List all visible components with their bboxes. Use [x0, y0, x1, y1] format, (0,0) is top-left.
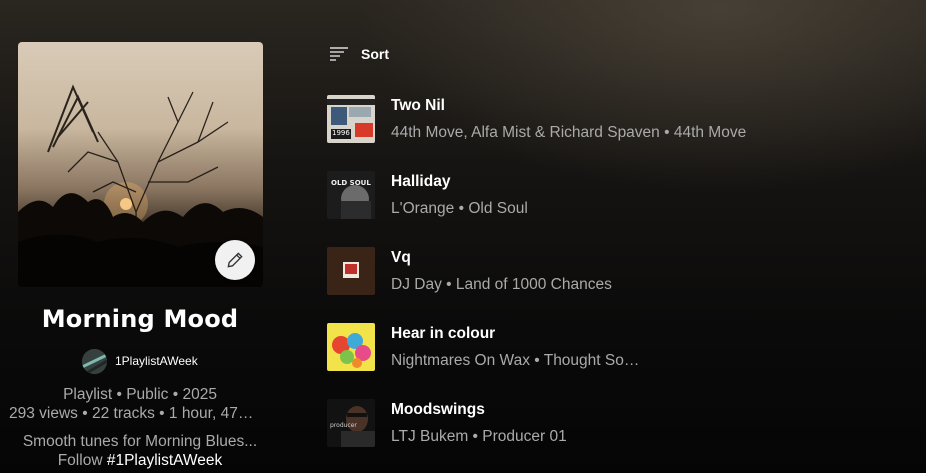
- pencil-icon: [227, 252, 243, 268]
- track-title: Hear in colour: [391, 325, 496, 342]
- track-title: Vq: [391, 249, 411, 266]
- playlist-header: Morning Mood 1PlaylistAWeek Playlist • P…: [0, 0, 282, 473]
- track-subtitle: DJ Day • Land of 1000 Chances: [391, 276, 612, 293]
- playlist-owner[interactable]: 1PlaylistAWeek: [82, 348, 198, 374]
- sort-button[interactable]: Sort: [329, 42, 389, 66]
- svg-text:producer: producer: [330, 422, 357, 429]
- album-art: [327, 323, 375, 371]
- track-subtitle: L'Orange • Old Soul: [391, 200, 528, 217]
- edit-button[interactable]: [215, 240, 255, 280]
- description-text: Smooth tunes for Morning Blues...: [22, 433, 258, 450]
- track-subtitle: 44th Move, Alfa Mist & Richard Spaven • …: [391, 124, 747, 141]
- sort-lines-icon: [330, 47, 348, 61]
- follow-prefix: Follow: [57, 452, 107, 469]
- track-row[interactable]: producer Moodswings LTJ Bukem • Producer…: [327, 399, 887, 447]
- owner-name: 1PlaylistAWeek: [115, 354, 198, 368]
- track-row[interactable]: OLD SOUL Halliday L'Orange • Old Soul: [327, 171, 887, 219]
- track-subtitle: Nightmares On Wax • Thought So…: [391, 352, 640, 369]
- svg-text:1996: 1996: [332, 129, 350, 137]
- track-subtitle: LTJ Bukem • Producer 01: [391, 428, 567, 445]
- playlist-description: Smooth tunes for Morning Blues... Follow…: [0, 432, 280, 470]
- track-title: Moodswings: [391, 401, 485, 418]
- playlist-stats: 293 views • 22 tracks • 1 hour, 47…: [9, 405, 254, 422]
- album-art: OLD SOUL: [327, 171, 375, 219]
- track-title: Halliday: [391, 173, 451, 190]
- hashtag-link[interactable]: #1PlaylistAWeek: [107, 452, 222, 469]
- album-art: 1996: [327, 95, 375, 143]
- svg-text:OLD SOUL: OLD SOUL: [331, 179, 371, 187]
- album-art: producer: [327, 399, 375, 447]
- track-row[interactable]: 1996 Two Nil 44th Move, Alfa Mist & Rich…: [327, 95, 887, 143]
- playlist-meta: Playlist • Public • 2025: [63, 386, 217, 403]
- follow-line: Follow #1PlaylistAWeek: [0, 451, 280, 470]
- playlist-title: Morning Mood: [41, 305, 239, 333]
- track-row[interactable]: Vq DJ Day • Land of 1000 Chances: [327, 247, 887, 295]
- track-title: Two Nil: [391, 97, 445, 114]
- sort-label: Sort: [361, 46, 389, 62]
- avatar: [82, 348, 107, 374]
- album-art: [327, 247, 375, 295]
- track-row[interactable]: Hear in colour Nightmares On Wax • Thoug…: [327, 323, 887, 371]
